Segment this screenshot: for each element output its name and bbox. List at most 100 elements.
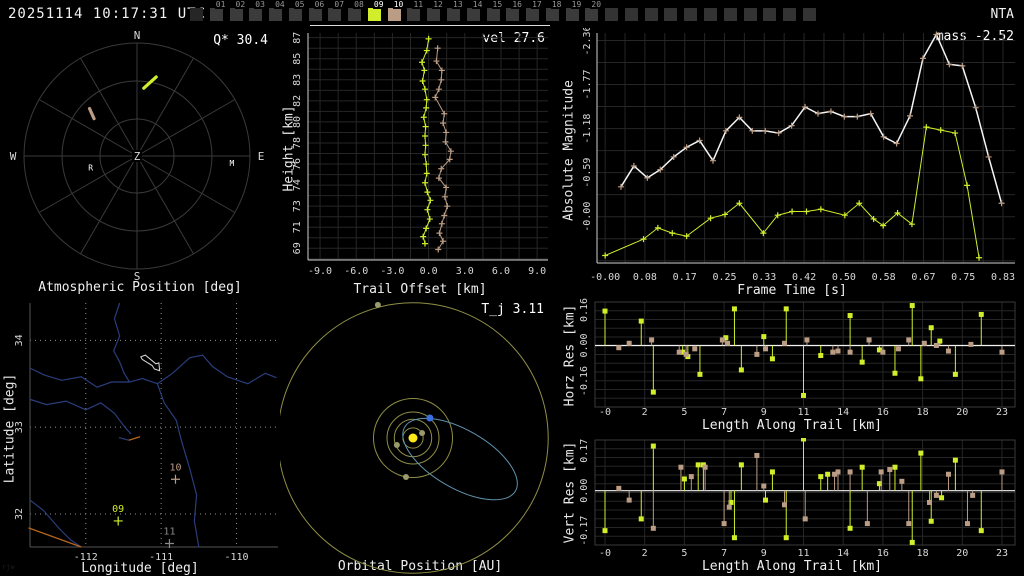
frame-thumb-blank[interactable] <box>605 8 619 21</box>
frame-thumb-label[interactable]: 19 <box>570 0 583 9</box>
frame-thumb-04[interactable] <box>269 8 283 21</box>
residual-point <box>952 371 958 377</box>
frame-thumb-label[interactable]: 15 <box>491 0 504 9</box>
frame-thumb-label[interactable]: 14 <box>471 0 484 9</box>
svg-text:-110: -110 <box>224 552 248 563</box>
residual-point <box>681 476 687 482</box>
trail-plot: -9.0 -6.0 -3.0 0.0 3.0 6.0 9.0 87 85 83 82 80 78 76 74… <box>292 32 548 277</box>
residual-point <box>892 370 898 376</box>
ground-map-plot: 09 10 11 -112 -111 -110 34 33 32 <box>14 302 278 563</box>
frame-thumb-blank[interactable] <box>802 8 816 21</box>
svg-text:87: 87 <box>292 32 303 44</box>
frame-thumb-blank[interactable] <box>664 8 678 21</box>
frame-thumb-06[interactable] <box>308 8 322 21</box>
svg-text:20: 20 <box>956 407 968 418</box>
frame-thumb-18[interactable] <box>545 8 559 21</box>
residual-point <box>945 348 951 354</box>
frame-thumb-label[interactable]: 02 <box>234 0 247 9</box>
frame-thumb-blank[interactable] <box>190 8 203 21</box>
frame-thumb-08[interactable] <box>348 8 362 21</box>
frame-thumb-17[interactable] <box>526 8 540 21</box>
frame-thumb-label[interactable]: 01 <box>214 0 227 9</box>
frame-thumb-label[interactable]: 18 <box>550 0 563 9</box>
app-window: 20251114 10:17:31 UTC NTA 01 02 03 04 05 06 07… <box>0 0 1024 576</box>
svg-text:7: 7 <box>721 407 727 418</box>
svg-text:-0.17: -0.17 <box>579 516 590 546</box>
residual-point <box>678 464 684 470</box>
frame-thumb-label[interactable]: 06 <box>313 0 326 9</box>
station-marker-label: 09 <box>112 504 124 515</box>
svg-text:2: 2 <box>642 548 648 559</box>
svg-text:-3.0: -3.0 <box>380 266 404 277</box>
svg-text:11: 11 <box>797 548 809 559</box>
frame-thumb-01[interactable] <box>209 8 223 21</box>
frame-thumb-label[interactable]: 04 <box>274 0 286 9</box>
frame-thumb-blank[interactable] <box>743 8 757 21</box>
panel-light-curve: mass -2.52 Absolute Magnitude Frame Time… <box>560 28 1024 298</box>
svg-text:16: 16 <box>877 548 889 559</box>
residual-point <box>602 308 608 314</box>
frame-thumb-19[interactable] <box>565 8 579 21</box>
frame-thumb-blank[interactable] <box>783 8 797 21</box>
residual-point <box>926 499 932 505</box>
frame-thumb-label[interactable]: 09 <box>372 0 385 9</box>
residual-point <box>719 337 725 343</box>
residual-point <box>800 392 806 398</box>
frame-thumb-02[interactable] <box>229 8 243 21</box>
frame-thumb-label[interactable]: 13 <box>452 0 464 9</box>
frame-thumb-13[interactable] <box>447 8 460 21</box>
residual-point <box>887 467 893 473</box>
frame-thumb-14[interactable] <box>466 8 480 21</box>
frame-thumb-label[interactable]: 17 <box>531 0 543 9</box>
frame-thumb-16[interactable] <box>506 8 520 21</box>
frame-thumb-blank[interactable] <box>704 8 718 21</box>
frame-thumb-15[interactable] <box>486 8 500 21</box>
residual-point <box>899 478 905 484</box>
frame-thumb-blank[interactable] <box>644 8 658 21</box>
svg-text:-112: -112 <box>74 552 98 563</box>
frame-thumb-label[interactable]: 08 <box>353 0 365 9</box>
residual-point <box>847 313 853 319</box>
residual-point <box>616 485 622 491</box>
residual-point <box>906 337 912 343</box>
sun <box>408 433 418 443</box>
frame-thumb-label[interactable]: 10 <box>392 0 405 9</box>
frame-thumb-label[interactable]: 05 <box>293 0 306 9</box>
utc-timestamp: 20251114 10:17:31 UTC <box>8 6 207 22</box>
frame-thumb-label[interactable]: 20 <box>590 0 603 9</box>
frame-thumb-blank[interactable] <box>763 8 777 21</box>
residual-point <box>859 464 865 470</box>
orbital-plot <box>280 301 549 574</box>
svg-text:18: 18 <box>917 407 929 418</box>
map-border-line <box>29 367 130 388</box>
frame-thumb-blank[interactable] <box>624 8 638 21</box>
frame-thumb-blank[interactable] <box>723 8 737 21</box>
map-track-segment <box>28 527 82 548</box>
frame-thumb-07[interactable] <box>328 8 342 21</box>
frame-thumb-label[interactable]: 11 <box>412 0 425 9</box>
frame-thumb-20[interactable] <box>585 8 599 21</box>
svg-text:9.0: 9.0 <box>528 266 546 277</box>
frame-thumb-11[interactable] <box>407 8 421 21</box>
frame-thumb-label[interactable]: 16 <box>511 0 523 9</box>
frame-thumb-12[interactable] <box>427 8 441 21</box>
svg-text:34: 34 <box>14 334 25 346</box>
frame-thumb-blank[interactable] <box>684 8 698 21</box>
residual-point <box>626 340 632 346</box>
svg-text:9: 9 <box>761 407 767 418</box>
residual-point <box>763 497 769 503</box>
residual-point <box>761 334 767 340</box>
frame-thumb-label[interactable]: 12 <box>432 0 444 9</box>
frame-thumb-10[interactable] <box>387 8 401 21</box>
panel-orbital-position: T_j 3.11 Orbital Position [AU] <box>280 298 560 576</box>
frame-thumb-03[interactable] <box>249 8 263 21</box>
svg-text:83: 83 <box>292 74 303 86</box>
svg-text:-6.0: -6.0 <box>344 266 368 277</box>
frame-thumb-05[interactable] <box>288 8 302 21</box>
frame-thumb-label[interactable]: 07 <box>333 0 346 9</box>
frame-thumb-label[interactable]: 03 <box>254 0 266 9</box>
svg-text:73: 73 <box>292 200 303 212</box>
svg-text:S: S <box>134 270 141 283</box>
residual-point <box>649 337 655 343</box>
frame-thumb-09[interactable] <box>367 8 381 21</box>
